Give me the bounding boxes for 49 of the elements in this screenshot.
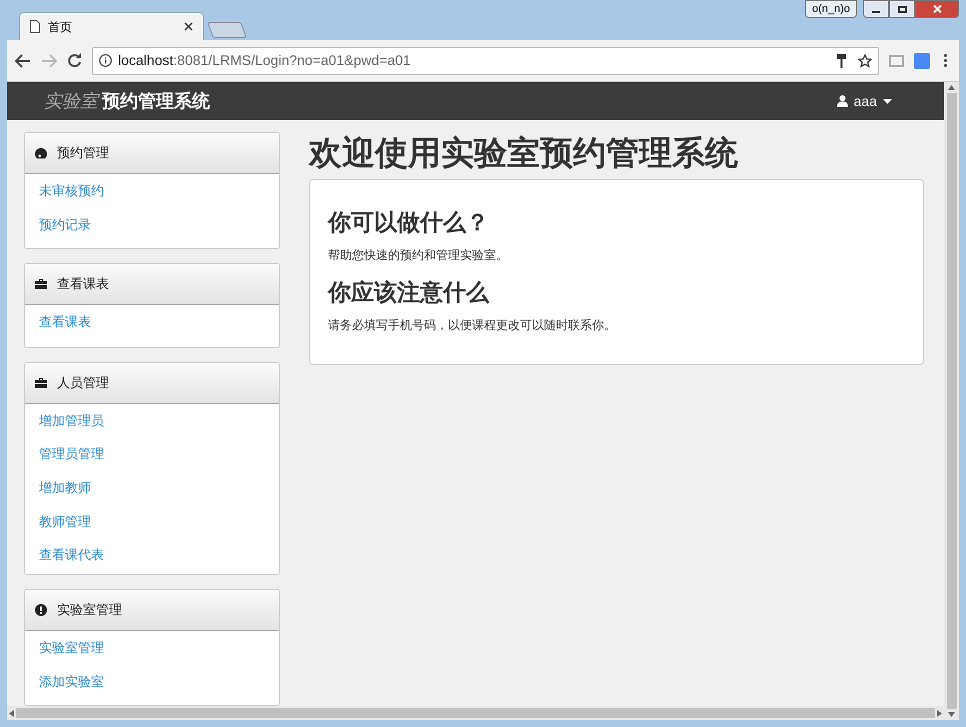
briefcase-icon [35, 378, 47, 388]
panel-title: 人员管理 [57, 374, 109, 392]
sidebar-link[interactable]: 增加管理员 [25, 410, 279, 444]
panel-title: 预约管理 [57, 144, 109, 162]
sidebar-link[interactable]: 管理员管理 [25, 443, 279, 477]
brand-bold[interactable]: 预约管理系统 [102, 88, 837, 114]
reload-icon[interactable] [67, 53, 82, 68]
section-heading: 你应该注意什么 [328, 278, 490, 307]
scroll-left-icon[interactable] [9, 710, 14, 716]
close-icon[interactable] [184, 22, 193, 31]
maximize-button[interactable] [889, 0, 915, 18]
url-text: localhost:8081/LRMS/Login?no=a01&pwd=a01 [118, 51, 412, 70]
close-icon [932, 5, 942, 13]
sidebar-link[interactable]: 添加实验室 [25, 670, 279, 704]
page-title: 欢迎使用实验室预约管理系统 [309, 133, 739, 173]
star-icon[interactable] [858, 54, 872, 68]
page-icon [30, 20, 40, 33]
sidebar-link[interactable]: 未审核预约 [25, 180, 279, 214]
exclamation-icon [35, 604, 47, 616]
extension-badge[interactable]: o(n_n)o [805, 0, 857, 18]
close-button[interactable] [915, 0, 959, 18]
section-text: 帮助您快速的预约和管理实验室。 [328, 247, 509, 264]
address-field[interactable]: localhost:8081/LRMS/Login?no=a01&pwd=a01 [92, 46, 879, 74]
user-menu[interactable]: aaa [854, 90, 877, 112]
sidebar-link[interactable]: 实验室管理 [25, 637, 279, 671]
brand-light[interactable]: 实验室 [44, 88, 98, 114]
minimize-button[interactable] [863, 0, 889, 18]
back-icon[interactable] [15, 54, 31, 68]
scroll-down-icon[interactable] [948, 712, 955, 717]
sidebar-link[interactable]: 教师管理 [25, 510, 279, 544]
scroll-up-icon[interactable] [948, 85, 955, 90]
section-heading: 你可以做什么？ [328, 208, 490, 237]
caret-icon [883, 98, 892, 104]
sidebar-link[interactable]: 查看课代表 [25, 544, 279, 574]
tab-title: 首页 [48, 18, 73, 36]
scroll-right-icon[interactable] [937, 710, 942, 716]
browser-tab[interactable]: 首页 [19, 12, 204, 40]
sidebar-link[interactable]: 预约记录 [25, 214, 279, 248]
vertical-scrollbar[interactable] [944, 82, 959, 720]
sidebar-link[interactable]: 查看课表 [25, 310, 279, 345]
sidebar-link[interactable]: 增加教师 [25, 476, 279, 511]
panel-title: 实验室管理 [57, 601, 122, 620]
horizontal-scrollbar[interactable] [7, 706, 944, 720]
section-text: 请务必填写手机号码，以便课程更改可以随时联系你。 [328, 317, 617, 334]
info-icon [99, 54, 112, 67]
briefcase-icon [35, 278, 47, 289]
user-icon [836, 95, 848, 107]
dashboard-icon [35, 148, 47, 158]
panel-title: 查看课表 [57, 275, 109, 294]
